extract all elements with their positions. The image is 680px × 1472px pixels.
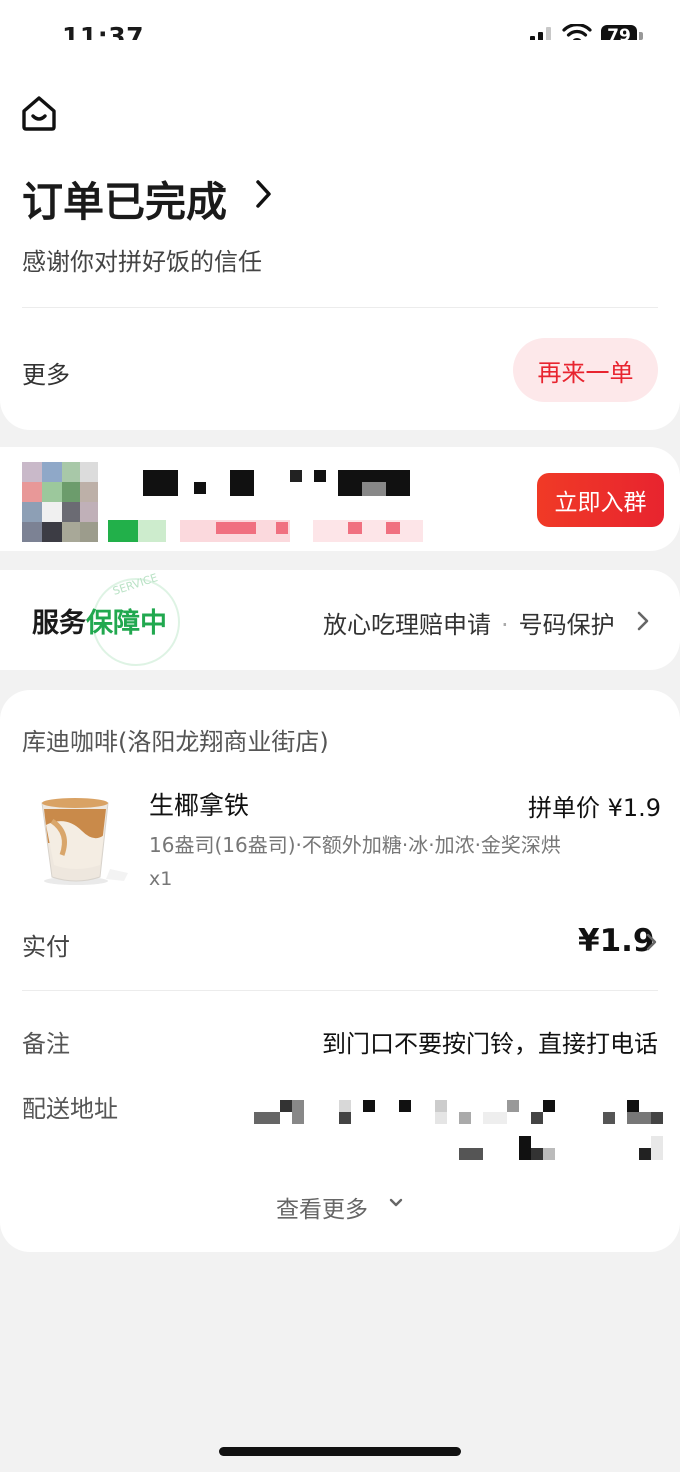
paid-amount[interactable]: ¥1.9 xyxy=(578,923,655,959)
item-spec: 16盎司(16盎司)·不额外加糖·冰·加浓·金奖深烘 xyxy=(149,833,561,857)
coffee-cup-image xyxy=(41,798,128,885)
home-indicator[interactable] xyxy=(219,1447,461,1456)
item-name: 生椰拿铁 xyxy=(149,791,250,820)
claim-link[interactable]: 放心吃理赔申请 xyxy=(323,611,491,639)
see-more-button[interactable]: 查看更多 xyxy=(276,1190,368,1224)
number-protect-link[interactable]: 号码保护 xyxy=(519,611,615,639)
group-name-pixelated xyxy=(118,468,418,498)
address-value-pixelated xyxy=(254,1098,666,1162)
join-group-button[interactable]: 立即入群 xyxy=(537,473,664,527)
item-price: 拼单价 ¥1.9 xyxy=(528,794,662,822)
chevron-right-icon[interactable] xyxy=(254,178,274,210)
order-status-subtitle: 感谢你对拼好饭的信任 xyxy=(22,248,262,276)
divider xyxy=(22,990,658,991)
divider xyxy=(22,307,658,308)
service-title: 服务保障中 xyxy=(32,601,167,640)
paid-label: 实付 xyxy=(22,933,70,961)
more-button[interactable]: 更多 xyxy=(22,355,70,390)
order-status-title[interactable]: 订单已完成 xyxy=(22,168,227,228)
group-avatar-pixelated xyxy=(22,462,98,542)
shop-name[interactable]: 库迪咖啡(洛阳龙翔商业街店) xyxy=(22,722,329,757)
chevron-right-icon[interactable] xyxy=(646,932,658,952)
address-label: 配送地址 xyxy=(22,1095,118,1123)
chevron-down-icon[interactable] xyxy=(388,1197,404,1209)
order-detail-card xyxy=(0,690,680,1252)
separator-dot: · xyxy=(501,611,509,639)
item-quantity: x1 xyxy=(149,868,173,890)
service-title-highlight: 保障中 xyxy=(86,608,167,639)
service-title-plain: 服务 xyxy=(32,608,86,639)
home-icon[interactable] xyxy=(20,94,58,132)
service-links: 放心吃理赔申请 · 号码保护 xyxy=(323,605,615,640)
group-desc-pixelated xyxy=(108,516,428,544)
note-value: 到门口不要按门铃，直接打电话 xyxy=(322,1030,658,1058)
battery-cap xyxy=(639,32,643,40)
chevron-right-icon[interactable] xyxy=(636,610,650,632)
note-label: 备注 xyxy=(22,1030,70,1058)
reorder-button[interactable]: 再来一单 xyxy=(513,338,658,402)
